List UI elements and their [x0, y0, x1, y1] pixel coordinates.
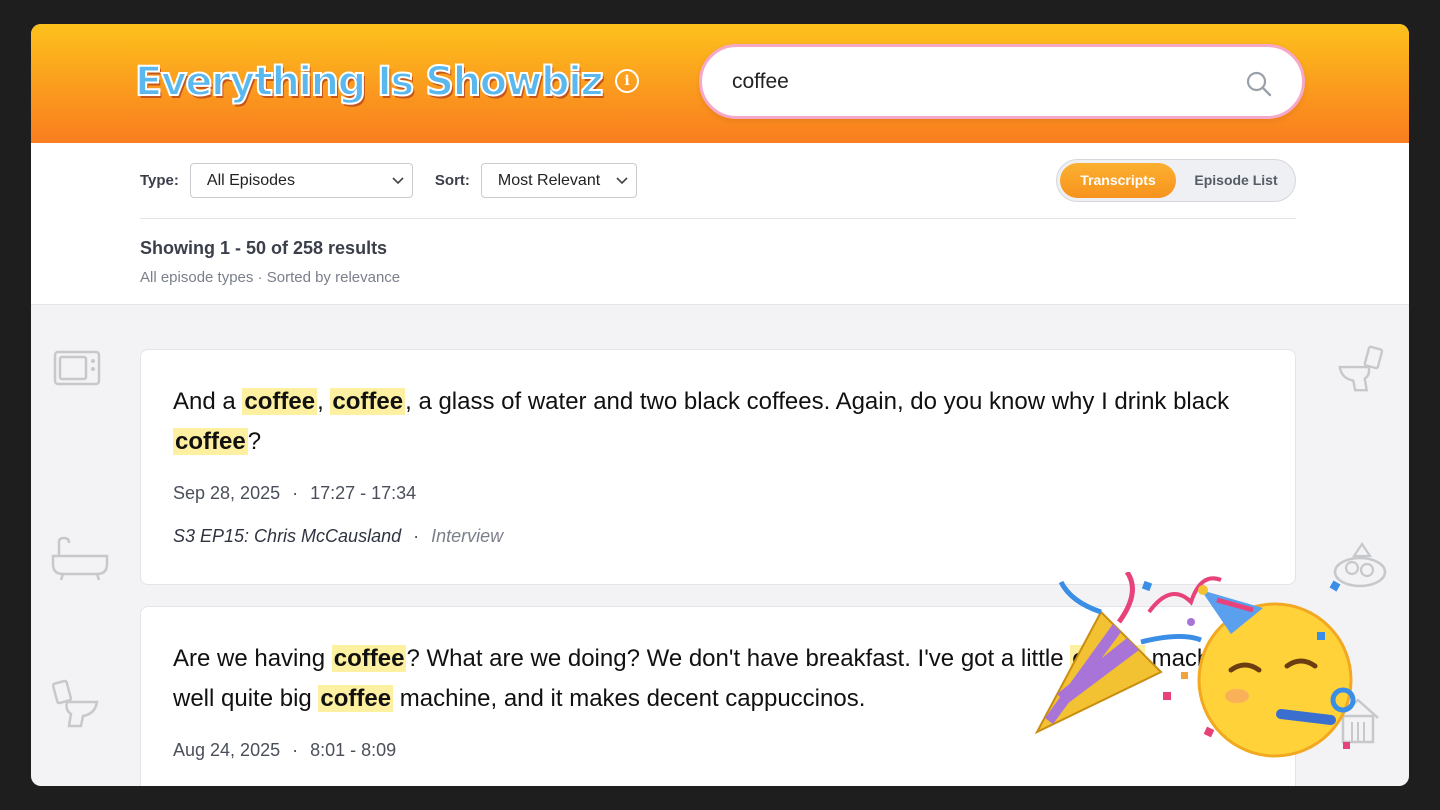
quote-text: Are we having [173, 645, 332, 672]
toilet-icon [1338, 345, 1384, 392]
microwave-icon [53, 350, 101, 386]
celebration-overlay [1034, 572, 1356, 758]
episode-title[interactable]: S3 EP15: Chris McCausland [173, 526, 401, 546]
quote-text: ? What are we doing? We don't have break… [406, 645, 1021, 672]
episode-row: S3 EP15: Chris McCausland · Interview [173, 526, 504, 546]
site-logo[interactable]: Everything Is Showbiz [134, 54, 605, 110]
transcripts-tab[interactable]: Transcripts [1060, 163, 1176, 198]
episode-date: Aug 24, 2025 [173, 740, 281, 760]
chevron-down-icon [392, 177, 404, 185]
filter-bar: Type: All Episodes Sort: Most Relevant T… [31, 143, 1409, 305]
search-input[interactable] [732, 65, 1212, 99]
toilet-icon [51, 679, 99, 728]
transcript-quote: And a coffee, coffee, a glass of water a… [173, 382, 1263, 462]
info-icon[interactable]: i [615, 69, 639, 93]
bathtub-icon [51, 536, 109, 581]
app-window: Everything Is Showbiz i Type: All Episod… [31, 24, 1409, 786]
sort-label: Sort: [434, 172, 470, 189]
highlighted-term: coffee [330, 388, 406, 415]
quote-text: ? [247, 428, 262, 455]
partying-face-icon [1197, 585, 1356, 758]
divider [140, 218, 1296, 219]
search-bar[interactable] [699, 44, 1305, 119]
quote-text: , [317, 388, 331, 415]
view-toggle: Transcripts Episode List [1056, 159, 1296, 202]
search-icon[interactable] [1244, 69, 1274, 99]
type-select[interactable]: All Episodes [189, 163, 413, 198]
episode-list-tab[interactable]: Episode List [1179, 163, 1293, 198]
episode-type: Interview [431, 526, 504, 546]
results-count: Showing 1 - 50 of 258 results [140, 238, 388, 258]
quote-text: , a glass of water and two black coffees… [405, 388, 1230, 415]
header: Everything Is Showbiz i [31, 24, 1409, 143]
time-range[interactable]: 17:27 - 17:34 [310, 483, 416, 503]
sort-select[interactable]: Most Relevant [480, 163, 637, 198]
highlighted-term: coffee [173, 428, 248, 455]
type-select-value: All Episodes [206, 172, 295, 189]
result-card[interactable]: And a coffee, coffee, a glass of water a… [140, 349, 1296, 585]
quote-text: And a [173, 388, 243, 415]
highlighted-term: coffee [331, 645, 407, 672]
quote-text: machine, and it makes decent cappuccinos… [393, 685, 866, 712]
time-range[interactable]: 8:01 - 8:09 [310, 740, 396, 760]
chevron-down-icon [616, 177, 628, 185]
episode-date: Sep 28, 2025 [173, 483, 281, 503]
timestamp-row: Aug 24, 2025 · 8:01 - 8:09 [173, 740, 397, 760]
sort-select-value: Most Relevant [497, 172, 601, 189]
highlighted-term: coffee [318, 685, 394, 712]
results-subtitle: All episode types · Sorted by relevance [140, 269, 401, 286]
filter-row: Type: All Episodes Sort: Most Relevant [140, 163, 637, 198]
highlighted-term: coffee [242, 388, 318, 415]
type-label: Type: [140, 172, 179, 189]
timestamp-row: Sep 28, 2025 · 17:27 - 17:34 [173, 483, 417, 503]
